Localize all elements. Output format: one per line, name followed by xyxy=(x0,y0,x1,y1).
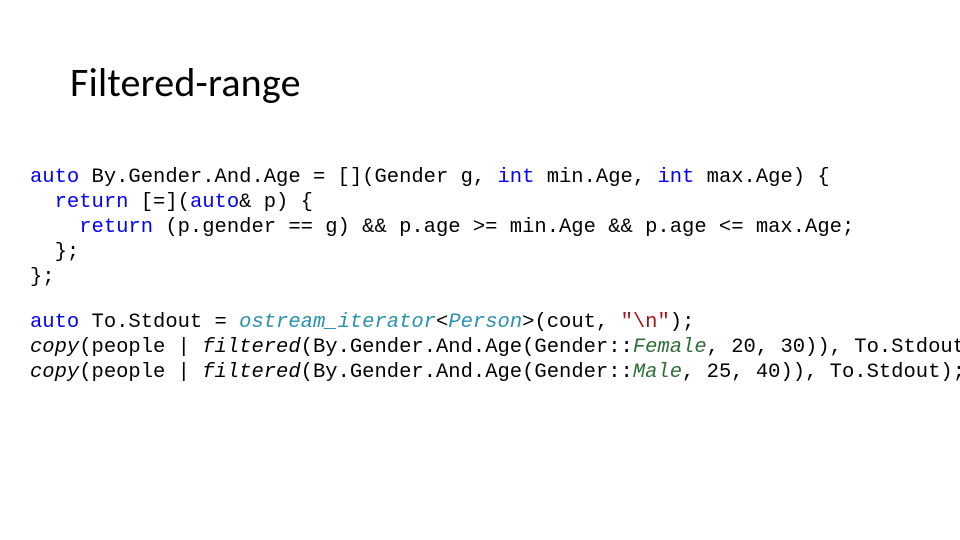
func-copy: copy xyxy=(30,336,79,359)
code-line-5: }; xyxy=(30,266,55,289)
func-filtered: filtered xyxy=(202,361,300,384)
type-name: Person xyxy=(448,311,522,334)
keyword-int: int xyxy=(498,166,535,189)
code-text: [=]( xyxy=(128,191,190,214)
code-line-2: return [=](auto& p) { xyxy=(30,191,313,214)
func-copy: copy xyxy=(30,361,79,384)
blank-line xyxy=(30,290,930,310)
code-text: ); xyxy=(670,311,695,334)
code-text: (By.Gender.And.Age(Gender:: xyxy=(301,336,633,359)
code-line-6: auto To.Stdout = ostream_iterator<Person… xyxy=(30,311,694,334)
code-text: By.Gender.And.Age = [](Gender g, xyxy=(79,166,497,189)
indent xyxy=(30,191,55,214)
tpl-open: < xyxy=(436,311,448,334)
string-literal: "\n" xyxy=(621,311,670,334)
func-filtered: filtered xyxy=(202,336,300,359)
keyword-auto: auto xyxy=(30,166,79,189)
indent xyxy=(30,216,79,239)
code-text: (people | xyxy=(79,336,202,359)
code-line-3: return (p.gender == g) && p.age >= min.A… xyxy=(30,216,854,239)
tpl-close: > xyxy=(522,311,534,334)
type-name: ostream_iterator xyxy=(239,311,436,334)
code-text: max.Age) { xyxy=(694,166,829,189)
keyword-int: int xyxy=(657,166,694,189)
code-line-7: copy(people | filtered(By.Gender.And.Age… xyxy=(30,336,960,359)
code-text: (p.gender == g) && p.age >= min.Age && p… xyxy=(153,216,854,239)
enum-value: Male xyxy=(633,361,682,384)
code-text: (By.Gender.And.Age(Gender:: xyxy=(301,361,633,384)
code-line-8: copy(people | filtered(By.Gender.And.Age… xyxy=(30,361,960,384)
code-block: auto By.Gender.And.Age = [](Gender g, in… xyxy=(30,165,930,385)
code-text: , 25, 40)), To.Stdout); xyxy=(682,361,960,384)
code-text: , 20, 30)), To.Stdout); xyxy=(707,336,960,359)
keyword-return: return xyxy=(79,216,153,239)
keyword-auto: auto xyxy=(190,191,239,214)
code-text: & p) { xyxy=(239,191,313,214)
keyword-return: return xyxy=(55,191,129,214)
code-text: To.Stdout = xyxy=(79,311,239,334)
page-title: Filtered-range xyxy=(70,58,930,107)
code-text: min.Age, xyxy=(534,166,657,189)
code-text: (people | xyxy=(79,361,202,384)
slide: Filtered-range auto By.Gender.And.Age = … xyxy=(0,0,960,540)
code-line-4: }; xyxy=(30,241,79,264)
keyword-auto: auto xyxy=(30,311,79,334)
enum-value: Female xyxy=(633,336,707,359)
code-line-1: auto By.Gender.And.Age = [](Gender g, in… xyxy=(30,166,830,189)
code-text: (cout, xyxy=(534,311,620,334)
